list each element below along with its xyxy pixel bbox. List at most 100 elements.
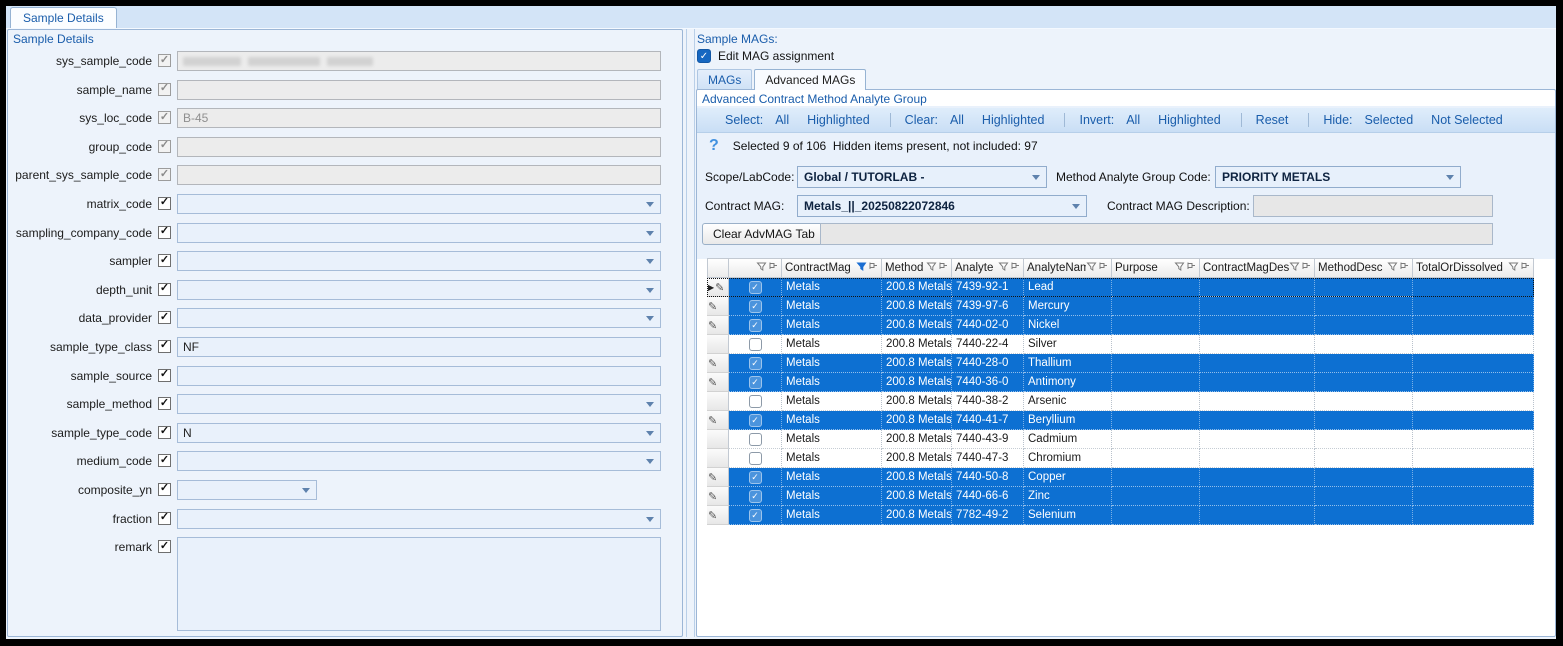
field-checkbox-sample_type_class[interactable]: ✓	[158, 340, 171, 353]
dropdown-arrow-icon[interactable]	[646, 259, 654, 264]
field-checkbox-composite_yn[interactable]: ✓	[158, 483, 171, 496]
dropdown-arrow-icon[interactable]	[646, 402, 654, 407]
column-header-Analyte[interactable]: Analyte	[952, 258, 1024, 278]
field-checkbox-remark[interactable]: ✓	[158, 540, 171, 553]
field-checkbox-medium_code[interactable]: ✓	[158, 454, 171, 467]
filter-icon[interactable]	[998, 261, 1009, 275]
field-checkbox-sys_sample_code[interactable]: ✓	[158, 54, 171, 67]
row-header-cell[interactable]: ✎	[707, 468, 729, 487]
field-input-sample_source[interactable]	[177, 366, 661, 386]
field-checkbox-sample_type_code[interactable]: ✓	[158, 426, 171, 439]
grid-row[interactable]: Metals200.8 Metals7440-38-2Arsenic	[707, 392, 1534, 411]
tab-mags[interactable]: MAGs	[697, 69, 752, 90]
dropdown-arrow-icon[interactable]	[646, 316, 654, 321]
field-checkbox-fraction[interactable]: ✓	[158, 512, 171, 525]
row-header-cell[interactable]: ✎	[707, 506, 729, 525]
field-input-sample_type_code[interactable]: N	[177, 423, 661, 443]
row-checkbox[interactable]	[749, 338, 762, 351]
checkbox-cell[interactable]: ✓	[729, 506, 782, 525]
toolbar-action-not-selected[interactable]: Not Selected	[1431, 113, 1503, 127]
method-analyte-group-code-dropdown[interactable]: PRIORITY METALS	[1215, 166, 1461, 188]
checkbox-cell[interactable]: ✓	[729, 411, 782, 430]
field-input-sampling_company_code[interactable]	[177, 223, 661, 243]
field-checkbox-sys_loc_code[interactable]: ✓	[158, 111, 171, 124]
row-header-cell[interactable]: ✎	[707, 411, 729, 430]
checkbox-cell[interactable]: ✓	[729, 487, 782, 506]
field-input-fraction[interactable]	[177, 509, 661, 529]
toolbar-action-reset[interactable]: Reset	[1256, 113, 1289, 127]
filter-icon[interactable]	[1174, 261, 1185, 275]
field-input-sys_loc_code[interactable]: B-45	[177, 108, 661, 128]
field-input-sys_sample_code[interactable]	[177, 51, 661, 71]
help-icon[interactable]: ?	[709, 137, 719, 155]
column-header-TotalOrDissolved[interactable]: TotalOrDissolved	[1413, 258, 1534, 278]
pin-icon[interactable]	[868, 261, 878, 275]
column-header-ContractMag[interactable]: ContractMag	[782, 258, 882, 278]
filter-icon[interactable]	[1086, 261, 1097, 275]
dropdown-arrow-icon[interactable]	[302, 488, 310, 493]
contract-mag-description-input[interactable]	[1253, 195, 1493, 217]
scope-labcode-dropdown[interactable]: Global / TUTORLAB -	[797, 166, 1047, 188]
grid-row[interactable]: ✎✓Metals200.8 Metals7440-36-0Antimony	[707, 373, 1534, 392]
pin-icon[interactable]	[938, 261, 948, 275]
field-input-depth_unit[interactable]	[177, 280, 661, 300]
row-checkbox[interactable]: ✓	[749, 281, 762, 294]
field-checkbox-sample_method[interactable]: ✓	[158, 397, 171, 410]
field-input-data_provider[interactable]	[177, 308, 661, 328]
grid-row[interactable]: ✎✓Metals200.8 Metals7782-49-2Selenium	[707, 506, 1534, 525]
checkbox-cell[interactable]: ✓	[729, 373, 782, 392]
checkbox-cell[interactable]	[729, 430, 782, 449]
contract-mag-dropdown[interactable]: Metals_||_20250822072846	[797, 195, 1087, 217]
field-input-matrix_code[interactable]	[177, 194, 661, 214]
row-checkbox[interactable]	[749, 395, 762, 408]
checkbox-cell[interactable]: ✓	[729, 468, 782, 487]
field-input-sample_type_class[interactable]: NF	[177, 337, 661, 357]
field-checkbox-sampling_company_code[interactable]: ✓	[158, 226, 171, 239]
tab-sample-details[interactable]: Sample Details	[10, 7, 117, 28]
grid-row[interactable]: Metals200.8 Metals7440-22-4Silver	[707, 335, 1534, 354]
row-header-cell[interactable]: ✎	[707, 354, 729, 373]
checkbox-cell[interactable]	[729, 335, 782, 354]
row-header-cell[interactable]: ✎	[707, 297, 729, 316]
grid-row[interactable]: Metals200.8 Metals7440-43-9Cadmium	[707, 430, 1534, 449]
field-checkbox-parent_sys_sample_code[interactable]: ✓	[158, 168, 171, 181]
dropdown-arrow-icon[interactable]	[646, 517, 654, 522]
field-input-group_code[interactable]	[177, 137, 661, 157]
field-input-sampler[interactable]	[177, 251, 661, 271]
field-input-sample_name[interactable]	[177, 80, 661, 100]
pin-icon[interactable]	[1010, 261, 1020, 275]
field-checkbox-sampler[interactable]: ✓	[158, 254, 171, 267]
tab-advanced-mags[interactable]: Advanced MAGs	[754, 69, 866, 90]
row-checkbox[interactable]: ✓	[749, 509, 762, 522]
column-header-Method[interactable]: Method	[882, 258, 952, 278]
pin-icon[interactable]	[1399, 261, 1409, 275]
pin-icon[interactable]	[1098, 261, 1108, 275]
dropdown-arrow-icon[interactable]	[646, 202, 654, 207]
filter-icon[interactable]	[1508, 261, 1519, 275]
row-header-cell[interactable]	[707, 335, 729, 354]
pin-icon[interactable]	[1186, 261, 1196, 275]
field-checkbox-sample_source[interactable]: ✓	[158, 369, 171, 382]
grid-row[interactable]: ✎✓Metals200.8 Metals7440-66-6Zinc	[707, 487, 1534, 506]
field-input-medium_code[interactable]	[177, 451, 661, 471]
column-header-AnalyteName[interactable]: AnalyteName	[1024, 258, 1112, 278]
row-checkbox[interactable]: ✓	[749, 319, 762, 332]
checkbox-cell[interactable]: ✓	[729, 297, 782, 316]
grid-row[interactable]: ✎✓Metals200.8 Metals7440-28-0Thallium	[707, 354, 1534, 373]
dropdown-arrow-icon[interactable]	[646, 288, 654, 293]
toolbar-action-all[interactable]: All	[775, 113, 789, 127]
column-header-Purpose[interactable]: Purpose	[1112, 258, 1200, 278]
toolbar-action-all[interactable]: All	[1126, 113, 1140, 127]
column-header-ContractMagDesc[interactable]: ContractMagDesc	[1200, 258, 1315, 278]
field-checkbox-matrix_code[interactable]: ✓	[158, 197, 171, 210]
checkbox-cell[interactable]: ✓	[729, 316, 782, 335]
filter-icon[interactable]	[856, 261, 867, 275]
field-input-sample_method[interactable]	[177, 394, 661, 414]
grid-row[interactable]: ✎✓Metals200.8 Metals7440-41-7Beryllium	[707, 411, 1534, 430]
row-header-cell[interactable]: ✎	[707, 316, 729, 335]
row-checkbox[interactable]: ✓	[749, 414, 762, 427]
panel-splitter[interactable]	[686, 29, 695, 637]
row-header-cell[interactable]: ✎	[707, 487, 729, 506]
field-input-composite_yn[interactable]	[177, 480, 317, 500]
grid-row[interactable]: ▶✎✓Metals200.8 Metals7439-92-1Lead	[707, 278, 1534, 297]
